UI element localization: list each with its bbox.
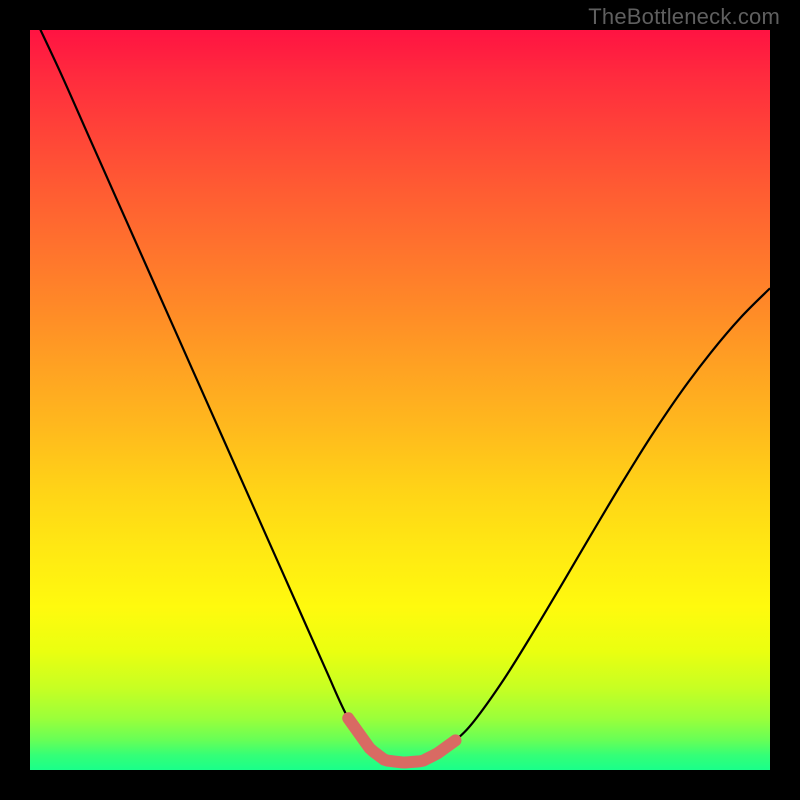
chart-container: TheBottleneck.com bbox=[0, 0, 800, 800]
bottom-highlight bbox=[348, 718, 455, 762]
plot-area bbox=[30, 30, 770, 770]
curve-line bbox=[30, 30, 770, 763]
watermark-text: TheBottleneck.com bbox=[588, 4, 780, 30]
bottleneck-curve bbox=[30, 30, 770, 770]
